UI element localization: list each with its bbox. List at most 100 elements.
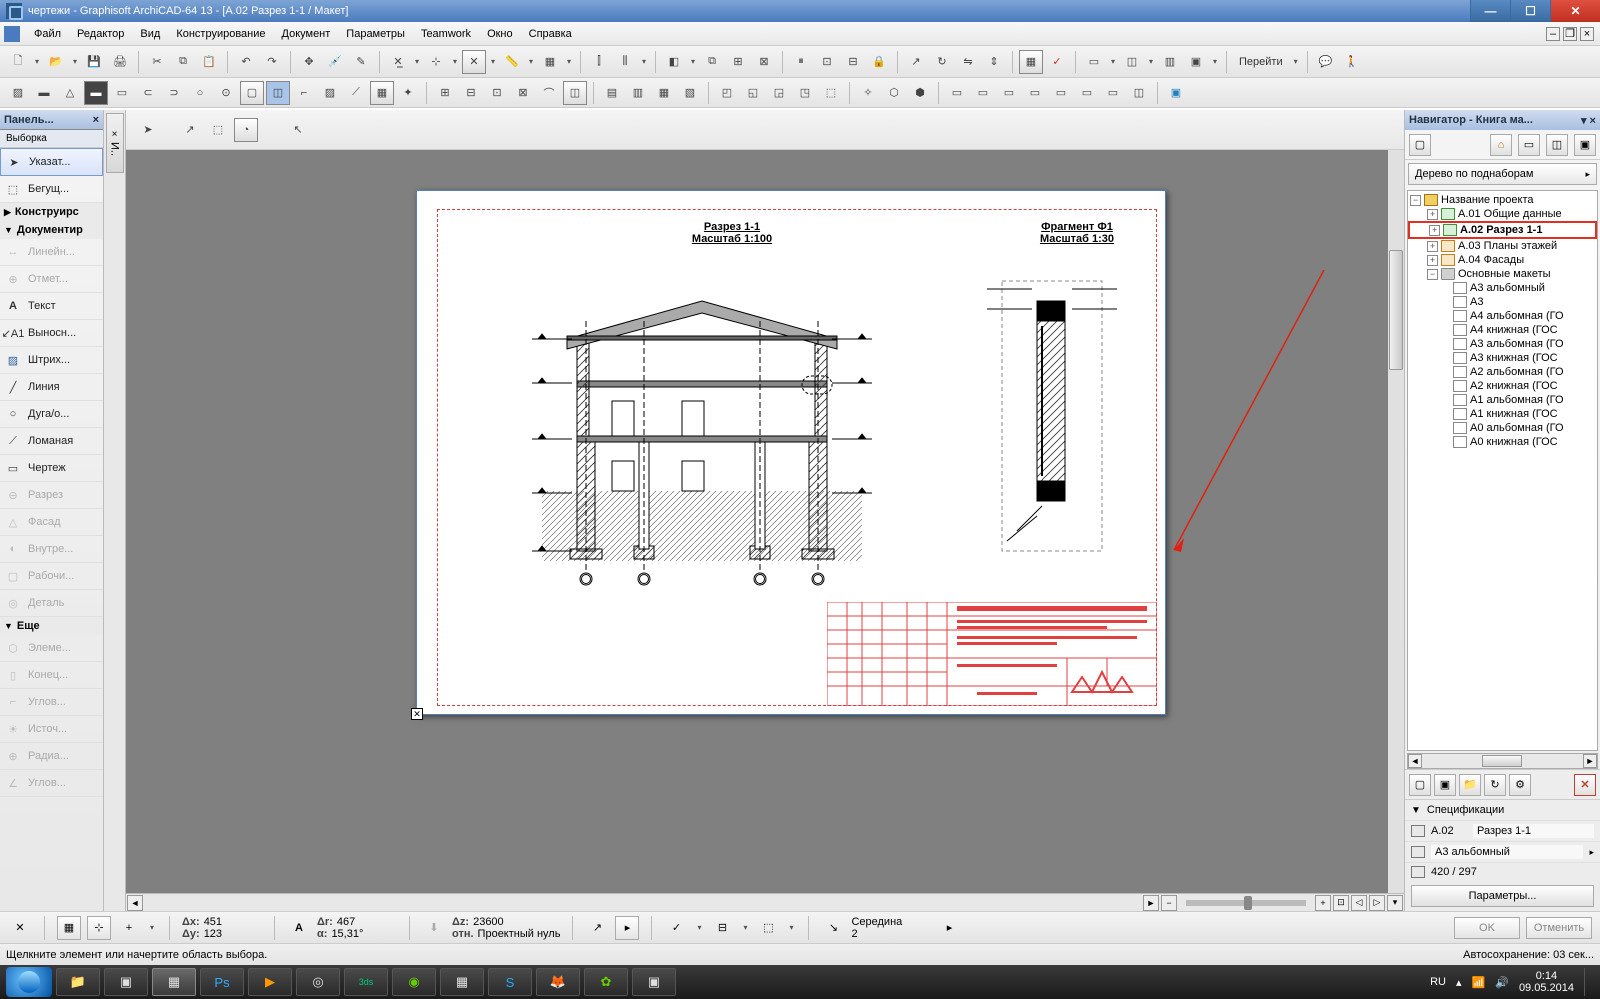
selection-filter-icon[interactable]: ▦ xyxy=(1019,50,1043,74)
lang-indicator[interactable]: RU xyxy=(1430,976,1446,988)
tree-hscroll[interactable]: ◄ ► xyxy=(1407,753,1598,769)
dropdown-icon[interactable]: ▾ xyxy=(564,57,574,66)
cut-icon[interactable]: ✂ xyxy=(145,50,169,74)
special-snap-icon[interactable]: ↘ xyxy=(821,916,845,940)
parameters-button[interactable]: Параметры... xyxy=(1411,885,1594,907)
tree-master-item[interactable]: А2 альбомная (ГО xyxy=(1408,365,1597,379)
doc-minimize-button[interactable]: – xyxy=(1546,27,1560,41)
expand-icon[interactable]: + xyxy=(1427,209,1438,220)
spec-header[interactable]: ▼ Спецификации xyxy=(1405,799,1600,820)
story4-icon[interactable]: ▭ xyxy=(1023,81,1047,105)
tool-line[interactable]: ╱Линия xyxy=(0,374,103,401)
tool-fill[interactable]: ▨Штрих... xyxy=(0,347,103,374)
guideline-menu-icon[interactable]: ▸ xyxy=(615,916,639,940)
tree-master-item[interactable]: А2 книжная (ГОС xyxy=(1408,379,1597,393)
colorblock-icon[interactable]: ◧ xyxy=(662,50,686,74)
layer3-icon[interactable]: ▦ xyxy=(652,81,676,105)
mirror-icon[interactable]: ⇋ xyxy=(956,50,980,74)
tool-level-dim[interactable]: ⊕Отмет... xyxy=(0,266,103,293)
dropdown-icon[interactable]: ▾ xyxy=(147,923,157,932)
distribute-icon[interactable]: ⫼ xyxy=(613,50,637,74)
tab-info[interactable]: ×И.. xyxy=(106,113,124,173)
doc-restore-button[interactable]: ❐ xyxy=(1563,27,1577,41)
window-icon[interactable]: ◫ xyxy=(266,81,290,105)
plus-icon[interactable]: + xyxy=(117,916,141,940)
tree-master-item[interactable]: А0 альбомная (ГО xyxy=(1408,421,1597,435)
tool-element[interactable]: ⬡Элеме... xyxy=(0,635,103,662)
corner-icon[interactable]: ⌐ xyxy=(292,81,316,105)
scroll-left-icon[interactable]: ◄ xyxy=(1408,754,1422,768)
lock-icon[interactable]: 🔒 xyxy=(867,50,891,74)
magic-wand-icon[interactable]: ✎ xyxy=(349,50,373,74)
tree-mode-dropdown[interactable]: Дерево по поднаборам▸ xyxy=(1408,163,1597,185)
tree-master-item[interactable]: А4 книжная (ГОС xyxy=(1408,323,1597,337)
guideline-icon[interactable]: ↗ xyxy=(585,916,609,940)
close-button[interactable]: ✕ xyxy=(1550,0,1600,22)
door-icon[interactable]: ▢ xyxy=(240,81,264,105)
tray-network-icon[interactable]: 📶 xyxy=(1472,976,1486,989)
suspend-icon[interactable]: ⏸ xyxy=(789,50,813,74)
wall-icon[interactable]: ▨ xyxy=(6,81,30,105)
scroll-left-icon[interactable]: ◄ xyxy=(127,895,143,911)
dropdown-icon[interactable]: ▾ xyxy=(412,57,422,66)
app-menu-icon[interactable] xyxy=(4,26,20,42)
cancel-button[interactable]: Отменить xyxy=(1526,917,1592,939)
explode-icon[interactable]: ⊞ xyxy=(433,81,457,105)
walk-icon[interactable]: 💬 xyxy=(1314,50,1338,74)
expand-icon[interactable]: + xyxy=(1427,255,1438,266)
tree-master-item[interactable]: А3 альбомный xyxy=(1408,281,1597,295)
tree-master-item[interactable]: А0 книжная (ГОС xyxy=(1408,435,1597,449)
trace-settings-icon[interactable]: ⊞ xyxy=(726,50,750,74)
tree-root[interactable]: − Название проекта xyxy=(1408,193,1597,207)
ruler-icon[interactable]: 📏 xyxy=(500,50,524,74)
roof-icon[interactable]: ▭ xyxy=(110,81,134,105)
paste-icon[interactable]: 📋 xyxy=(197,50,221,74)
dropdown-icon[interactable]: ▾ xyxy=(694,923,704,932)
taskbar-explorer[interactable]: 📁 xyxy=(56,968,100,996)
pin-icon[interactable]: ▾ × xyxy=(1581,114,1596,127)
ungroup-icon[interactable]: ⊟ xyxy=(841,50,865,74)
undo-icon[interactable]: ↶ xyxy=(234,50,258,74)
polar-icon[interactable]: A xyxy=(287,916,311,940)
tree-node-a03[interactable]: + А.03 Планы этажей xyxy=(1408,239,1597,253)
snap-point-icon[interactable]: ✓ xyxy=(664,916,688,940)
scroll-right-icon[interactable]: ► xyxy=(1583,754,1597,768)
origin-icon[interactable]: ✕ xyxy=(8,916,32,940)
tool-marquee[interactable]: ⬚Бегущ... xyxy=(0,176,103,203)
zoom-out-icon[interactable]: − xyxy=(1161,895,1177,911)
dropdown-icon[interactable]: ▾ xyxy=(450,57,460,66)
spec-id[interactable]: A.02 xyxy=(1431,825,1467,837)
geometry-method-icon[interactable]: ↗ xyxy=(178,118,202,142)
taskbar-app2[interactable]: ◎ xyxy=(296,968,340,996)
menu-document[interactable]: Документ xyxy=(274,25,339,43)
dropdown-icon[interactable]: ▾ xyxy=(786,923,796,932)
save-icon[interactable]: 💾 xyxy=(82,50,106,74)
floor-plan-icon[interactable]: ▭ xyxy=(1082,50,1106,74)
spec-name[interactable]: Разрез 1-1 xyxy=(1473,824,1594,838)
tree-master-item[interactable]: А4 альбомная (ГО xyxy=(1408,309,1597,323)
new-subset-icon[interactable]: 📁 xyxy=(1459,774,1481,796)
tray-sound-icon[interactable]: 🔊 xyxy=(1495,976,1509,989)
delete-icon[interactable]: ✕ xyxy=(1574,774,1596,796)
beam-icon[interactable]: ▬ xyxy=(32,81,56,105)
prev-view-icon[interactable]: ◁ xyxy=(1351,895,1367,911)
tree-node-a04[interactable]: + А.04 Фасады xyxy=(1408,253,1597,267)
layout-canvas[interactable]: Разрез 1-1Масштаб 1:100 Фрагмент Ф1Масшт… xyxy=(126,150,1404,893)
tool-polyline[interactable]: ⟋Ломаная xyxy=(0,428,103,455)
story1-icon[interactable]: ▭ xyxy=(945,81,969,105)
doc-close-button[interactable]: × xyxy=(1580,27,1594,41)
render2-icon[interactable]: ⬡ xyxy=(882,81,906,105)
taskbar-utorrent[interactable]: ◉ xyxy=(392,968,436,996)
favorites-icon[interactable]: ▣ xyxy=(1164,81,1188,105)
new-layout-icon[interactable]: ▢ xyxy=(1409,774,1431,796)
geometry-method3-icon[interactable]: ◔ xyxy=(234,118,258,142)
gravity-icon[interactable]: ⬇ xyxy=(422,916,446,940)
stair-icon[interactable]: ⟋ xyxy=(344,81,368,105)
marker-icon[interactable]: ✓ xyxy=(1045,50,1069,74)
skylight-icon[interactable]: ▨ xyxy=(318,81,342,105)
trace-off-icon[interactable]: ⊠ xyxy=(752,50,776,74)
navigator-header[interactable]: Навигатор - Книга ма... ▾ × xyxy=(1405,110,1600,130)
scroll-right-icon[interactable]: ► xyxy=(1143,895,1159,911)
taskbar-skype[interactable]: S xyxy=(488,968,532,996)
story6-icon[interactable]: ▭ xyxy=(1075,81,1099,105)
